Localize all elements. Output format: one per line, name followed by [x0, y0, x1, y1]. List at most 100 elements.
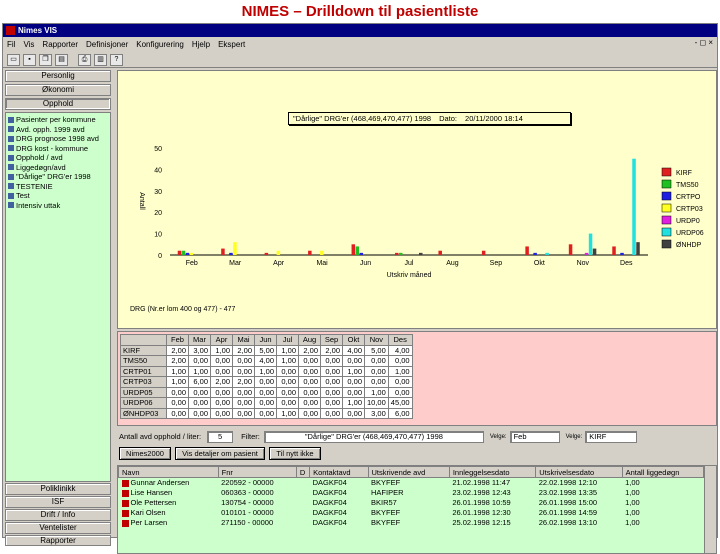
nav-button-isf[interactable]: ISF: [5, 496, 111, 508]
grid-cell[interactable]: 0,00: [320, 407, 343, 419]
grid-cell[interactable]: 2,00: [232, 376, 255, 388]
grid-cell[interactable]: 0,00: [210, 397, 233, 409]
grid-column-header[interactable]: Nov: [364, 334, 389, 346]
grid-cell[interactable]: 0,00: [342, 355, 365, 367]
grid-column-header[interactable]: Okt: [342, 334, 365, 346]
nav-button-poliklinikk[interactable]: Poliklinikk: [5, 483, 111, 495]
tree-item[interactable]: DRG prognose 1998 avd: [6, 134, 110, 144]
paste-icon[interactable]: ▤: [55, 53, 68, 66]
grid-column-header[interactable]: Des: [387, 334, 413, 346]
grid-cell[interactable]: 0,00: [166, 397, 189, 409]
grid-column-header[interactable]: Jul: [276, 334, 299, 346]
grid-cell[interactable]: 0,00: [232, 355, 255, 367]
grid-row[interactable]: ØNHDP03 0,00 0,00 0,00 0,00 0,00 1,00 0,00 0,00 0…: [120, 407, 413, 419]
grid-column-header[interactable]: Jun: [254, 334, 277, 346]
tree-item[interactable]: Test: [6, 191, 110, 201]
grid-cell[interactable]: 2,00: [210, 376, 233, 388]
patient-details-button[interactable]: Vis detaljer om pasient: [175, 447, 265, 460]
patient-row[interactable]: Per Larsen 271150 - 00000 DAGKF04 BKYFEF 25.…: [119, 518, 704, 528]
grid-cell[interactable]: 0,00: [320, 376, 343, 388]
grid-cell[interactable]: 0,00: [387, 355, 413, 367]
menu-item-1[interactable]: Vis: [23, 40, 34, 49]
patient-column-header[interactable]: Navn: [118, 466, 219, 478]
grid-cell[interactable]: 5,00: [364, 344, 389, 356]
patient-column-header[interactable]: Kontaktavd: [309, 466, 369, 478]
new-button[interactable]: Til nytt ikke: [269, 447, 321, 460]
grid-cell[interactable]: 0,00: [298, 355, 321, 367]
grid-column-header[interactable]: Aug: [298, 334, 321, 346]
grid-cell[interactable]: 0,00: [166, 407, 189, 419]
grid-cell[interactable]: 0,00: [232, 397, 255, 409]
grid-cell[interactable]: 2,00: [232, 344, 255, 356]
bar-chart[interactable]: 0 10 20 30 40 50 Antall Feb Mar Apr Mai Jun Jul Aug Se…: [118, 71, 716, 328]
grid-cell[interactable]: 0,00: [232, 386, 255, 398]
nav-button-ventelister[interactable]: Ventelister: [5, 522, 111, 534]
grid-cell[interactable]: 4,00: [254, 355, 277, 367]
grid-cell[interactable]: 6,00: [387, 407, 413, 419]
grid-cell[interactable]: 6,00: [188, 376, 211, 388]
grid-cell[interactable]: 1,00: [210, 344, 233, 356]
patient-table[interactable]: Navn Fnr D Kontaktavd Utskrivende avd Innlegg…: [118, 466, 705, 528]
menu-item-6[interactable]: Ekspert: [218, 40, 245, 49]
tree-item[interactable]: TESTENIE: [6, 182, 110, 192]
nav-button-drift-info[interactable]: Drift / Info: [5, 509, 111, 521]
tree-item[interactable]: Pasienter per kommune: [6, 115, 110, 125]
grid-cell[interactable]: 0,00: [276, 376, 299, 388]
grid-row-header[interactable]: ØNHDP03: [120, 407, 167, 419]
chart-icon[interactable]: ▥: [94, 53, 107, 66]
grid-cell[interactable]: 1,00: [254, 365, 277, 377]
grid-cell[interactable]: 1,00: [276, 355, 299, 367]
tree-item[interactable]: Opphold / avd: [6, 153, 110, 163]
grid-column-header[interactable]: Mar: [188, 334, 211, 346]
tree-item[interactable]: Avd. opph. 1999 avd: [6, 125, 110, 135]
grid-cell[interactable]: 5,00: [254, 344, 277, 356]
grid-cell[interactable]: 0,00: [254, 386, 277, 398]
print-icon[interactable]: ⎙: [78, 53, 91, 66]
grid-cell[interactable]: 0,00: [298, 365, 321, 377]
filter-field[interactable]: "Dårlige" DRG'er (468,469,470,477) 1998: [263, 430, 484, 443]
grid-row[interactable]: CRTP01 1,00 1,00 0,00 0,00 1,00 0,00 0,00 0,00 1,…: [120, 365, 413, 377]
grid-cell[interactable]: 0,00: [188, 407, 211, 419]
menu-item-3[interactable]: Definisjoner: [86, 40, 128, 49]
grid-cell[interactable]: 0,00: [320, 397, 343, 409]
patient-row[interactable]: Gunnar Andersen 220592 - 00000 DAGKF04 BKYF…: [119, 478, 704, 488]
nimes2000-button[interactable]: Nimes2000: [119, 447, 171, 460]
grid-cell[interactable]: 0,00: [276, 365, 299, 377]
copy-icon[interactable]: ❐: [39, 53, 52, 66]
grid-cell[interactable]: 1,00: [342, 365, 365, 377]
grid-cell[interactable]: 0,00: [364, 365, 389, 377]
patient-column-header[interactable]: Utskrivende avd: [367, 466, 450, 478]
grid-column-header[interactable]: Apr: [210, 334, 233, 346]
grid-cell[interactable]: 0,00: [342, 386, 365, 398]
open-icon[interactable]: ▭: [7, 53, 20, 66]
grid-cell[interactable]: 0,00: [254, 376, 277, 388]
patient-row[interactable]: Ole Pettersen 130754 - 00000 DAGKF04 BKIR57…: [119, 498, 704, 508]
grid-cell[interactable]: 0,00: [210, 365, 233, 377]
grid-cell[interactable]: 0,00: [232, 365, 255, 377]
tree-item[interactable]: DRG kost - kommune: [6, 144, 110, 154]
grid-column-header[interactable]: Feb: [166, 334, 189, 346]
patient-column-header[interactable]: Fnr: [217, 466, 297, 478]
grid-cell[interactable]: 4,00: [342, 344, 365, 356]
grid-cell[interactable]: 1,00: [276, 344, 299, 356]
grid-row[interactable]: TMS50 2,00 0,00 0,00 0,00 4,00 1,00 0,00 0,00 0,0…: [120, 355, 413, 367]
grid-cell[interactable]: 0,00: [387, 386, 413, 398]
grid-cell[interactable]: 0,00: [342, 376, 365, 388]
grid-cell[interactable]: 0,00: [342, 407, 365, 419]
grid-cell[interactable]: 2,00: [166, 344, 189, 356]
grid-cell[interactable]: 1,00: [276, 407, 299, 419]
grid-cell[interactable]: 4,00: [387, 344, 413, 356]
grid-cell[interactable]: 0,00: [166, 386, 189, 398]
grid-cell[interactable]: 1,00: [387, 365, 413, 377]
tree-item[interactable]: Liggedøgn/avd: [6, 163, 110, 173]
patient-row[interactable]: Kari Olsen 010101 - 00000 DAGKF04 BKYFEF 26.…: [119, 508, 704, 518]
grid-cell[interactable]: 0,00: [320, 386, 343, 398]
grid-row-header[interactable]: TMS50: [120, 355, 167, 367]
tree-item[interactable]: "Dårlige" DRG'er 1998: [6, 172, 110, 182]
grid-cell[interactable]: 0,00: [387, 376, 413, 388]
patient-row[interactable]: Lise Hansen 060363 - 00000 DAGKF04 HAFIPER 2…: [119, 488, 704, 498]
grid-row-header[interactable]: CRTP01: [120, 365, 167, 377]
grid-cell[interactable]: 10,00: [364, 397, 389, 409]
nav-button-personlig[interactable]: Personlig: [5, 70, 111, 82]
patient-column-header[interactable]: Innleggelsesdato: [448, 466, 537, 478]
